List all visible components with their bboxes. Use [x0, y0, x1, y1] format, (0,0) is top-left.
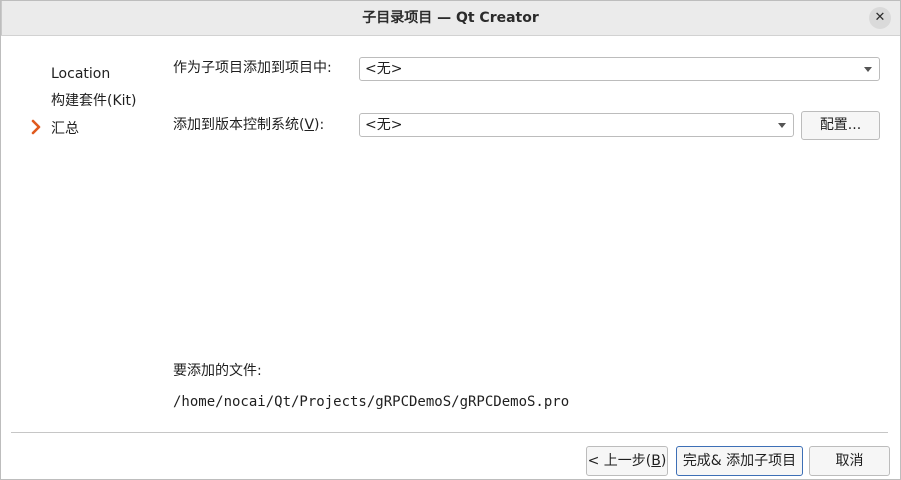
- close-window-button[interactable]: ✕: [869, 7, 891, 29]
- file-path-item: /home/nocai/Qt/Projects/gRPCDemoS/gRPCDe…: [173, 394, 570, 410]
- title-bar: 子目录项目 — Qt Creator ✕: [1, 1, 900, 36]
- cancel-button[interactable]: 取消: [809, 446, 890, 476]
- back-button-suffix: ): [660, 453, 667, 469]
- vcs-combo[interactable]: <无>: [359, 113, 794, 137]
- vcs-label: 添加到版本控制系统(V):: [173, 114, 324, 136]
- files-to-add-label: 要添加的文件:: [173, 363, 262, 379]
- add-to-project-combo[interactable]: <无>: [359, 57, 880, 81]
- vcs-label-prefix: 添加到版本控制系统(: [173, 117, 305, 133]
- configure-button[interactable]: 配置...: [801, 111, 880, 140]
- add-to-project-label: 作为子项目添加到项目中:: [173, 60, 332, 76]
- window-title: 子目录项目 — Qt Creator: [362, 10, 539, 26]
- bottom-separator: [11, 432, 888, 433]
- finish-add-subproject-button[interactable]: 完成& 添加子项目: [676, 446, 803, 476]
- back-button-prefix: < 上一步(: [587, 453, 652, 469]
- step-summary: 汇总: [51, 121, 79, 137]
- add-to-project-value: <无>: [365, 61, 403, 77]
- back-button-mnemonic: B: [651, 453, 661, 469]
- vcs-value: <无>: [365, 117, 403, 133]
- close-icon: ✕: [874, 10, 886, 25]
- step-location: Location: [51, 66, 111, 82]
- back-button[interactable]: < 上一步(B): [586, 446, 668, 476]
- vcs-label-mnemonic: V: [304, 117, 315, 133]
- vcs-label-suffix: ):: [314, 117, 325, 133]
- chevron-down-icon: [864, 67, 872, 72]
- chevron-down-icon: [778, 123, 786, 128]
- current-step-arrow-icon: [31, 119, 41, 135]
- step-kit: 构建套件(Kit): [51, 93, 137, 109]
- wizard-window: 子目录项目 — Qt Creator ✕ Location 构建套件(Kit) …: [0, 0, 901, 480]
